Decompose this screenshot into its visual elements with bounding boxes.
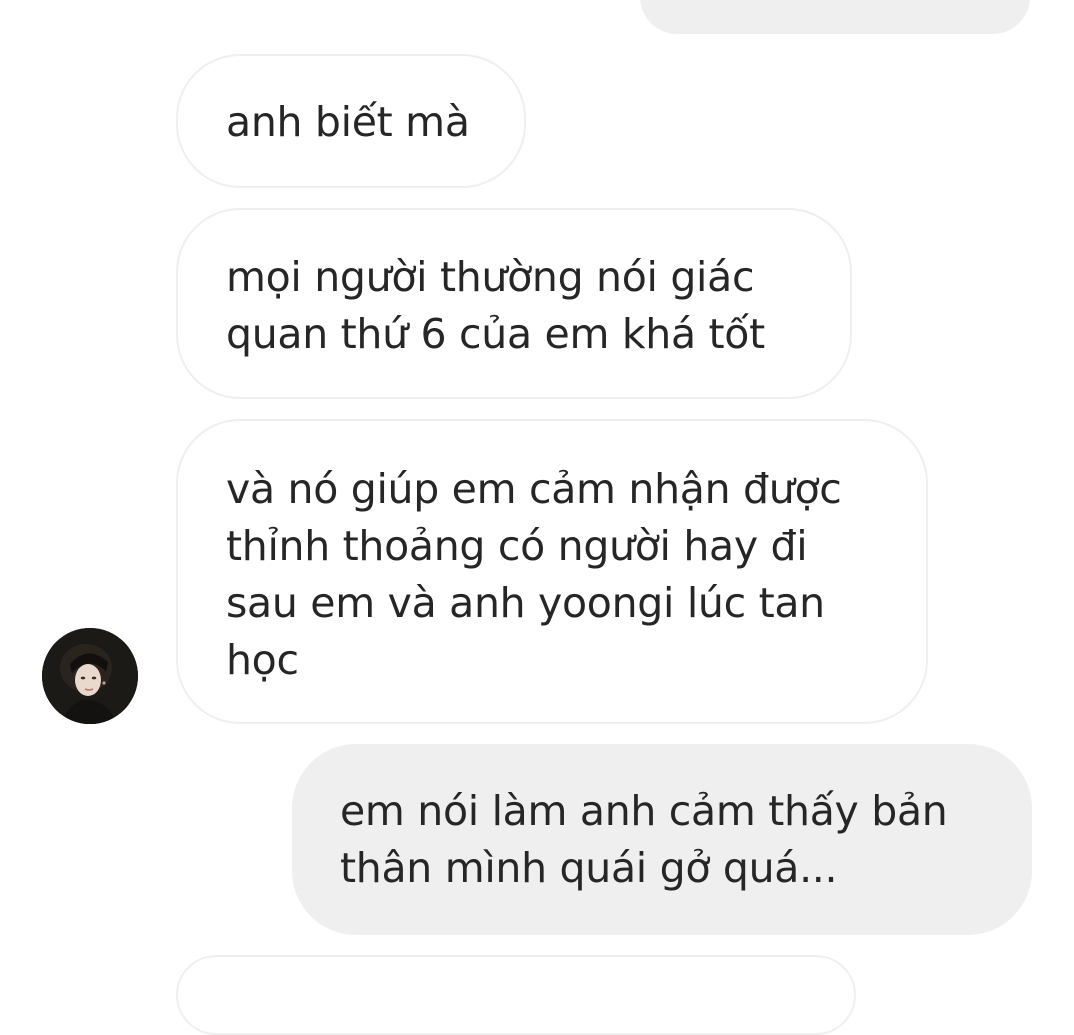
avatar-photo-icon <box>42 628 138 724</box>
message-bubble-incoming[interactable]: mọi người thường nói giác quan thứ 6 của… <box>176 208 852 399</box>
message-text-line: sau em và anh yoongi lúc tan <box>226 579 825 627</box>
message-text-line: và nó giúp em cảm nhận được <box>226 465 842 513</box>
message-text-line: thỉnh thoảng có người hay đi <box>226 522 808 570</box>
message-bubble-incoming[interactable]: và nó giúp em cảm nhận được thỉnh thoảng… <box>176 419 928 724</box>
message-text-line: em nói làm anh cảm thấy bản <box>340 787 948 835</box>
message-bubble-incoming[interactable]: anh biết mà <box>176 54 526 188</box>
message-text: anh biết mà <box>226 98 470 146</box>
message-bubble-outgoing[interactable]: em nói làm anh cảm thấy bản thân mình qu… <box>292 744 1032 935</box>
message-bubble-outgoing[interactable] <box>640 0 1030 34</box>
message-text-line: quan thứ 6 của em khá tốt <box>226 310 765 358</box>
message-text-line: thân mình quái gở quá... <box>340 844 838 892</box>
message-text-line: mọi người thường nói giác <box>226 253 755 301</box>
sender-avatar[interactable] <box>42 628 138 724</box>
message-text-line: học <box>226 636 299 684</box>
message-bubble-incoming[interactable] <box>176 955 856 1035</box>
